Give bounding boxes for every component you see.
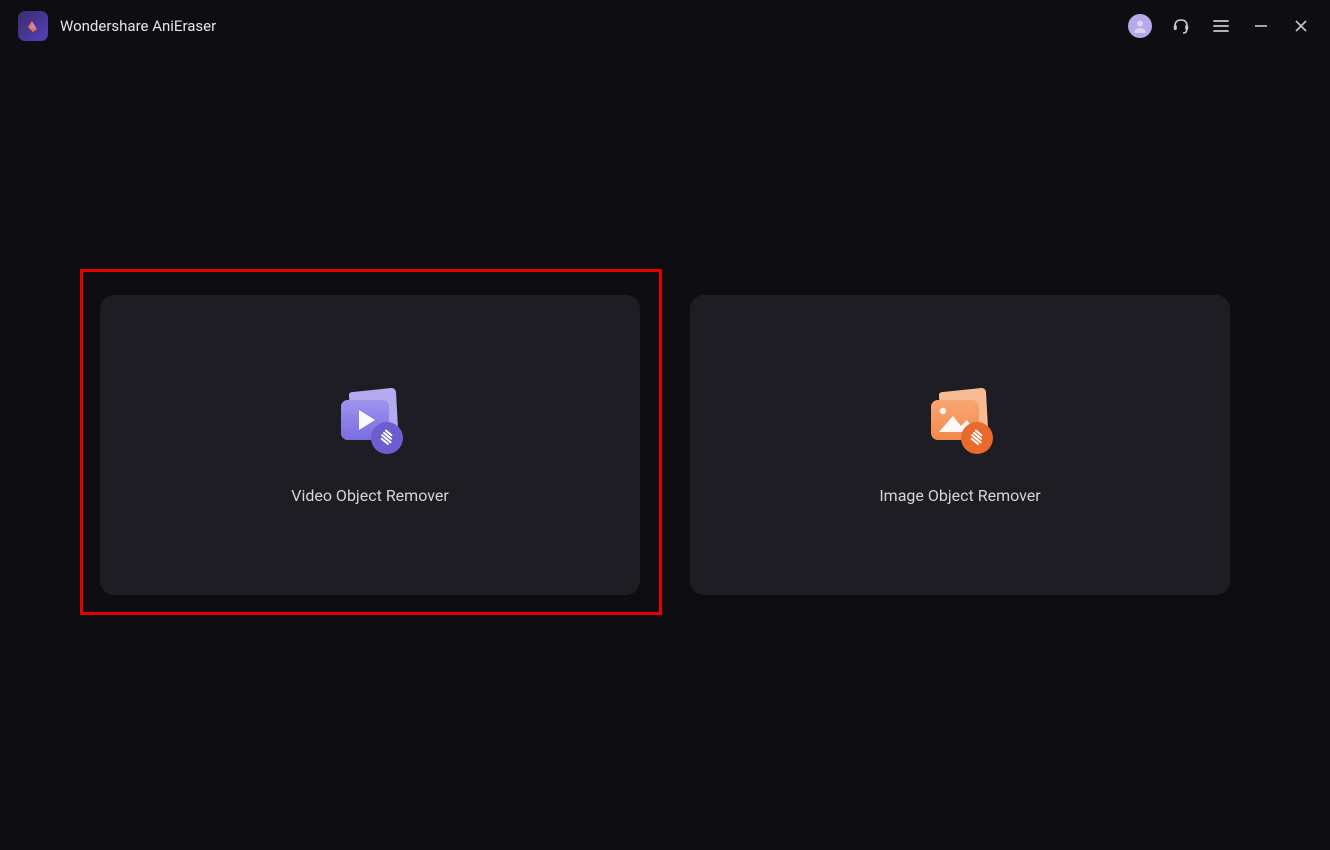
cards-row: Video Object Remover (100, 295, 1230, 595)
image-card-wrap: Image Object Remover (690, 295, 1230, 595)
video-card-label: Video Object Remover (291, 486, 449, 505)
video-object-remover-card[interactable]: Video Object Remover (100, 295, 640, 595)
image-card-label: Image Object Remover (879, 486, 1040, 505)
image-object-remover-card[interactable]: Image Object Remover (690, 295, 1230, 595)
main-area: Video Object Remover (0, 0, 1330, 850)
video-remover-icon (331, 386, 409, 458)
image-remover-icon (921, 386, 999, 458)
video-card-wrap: Video Object Remover (100, 295, 640, 595)
